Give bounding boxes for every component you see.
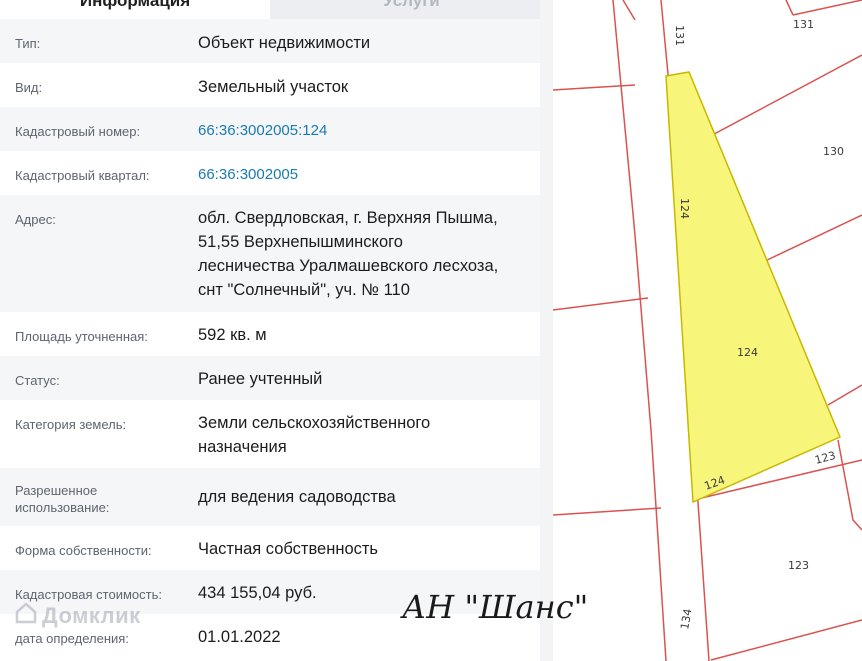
row-cadastral-quarter: Кадастровый квартал: 66:36:3002005 (0, 151, 540, 195)
field-value: для ведения садоводства (198, 488, 396, 506)
row-kind: Вид: Земельный участок (0, 63, 540, 107)
cadastral-number-link[interactable]: 66:36:3002005:124 (198, 119, 533, 143)
field-label: дата определения: (15, 631, 129, 646)
field-label: Вид: (15, 80, 43, 95)
field-label: Разрешенное использование: (15, 483, 110, 515)
tab-bar: Информация Услуги (0, 0, 553, 19)
field-value: 592 кв. м (198, 326, 267, 344)
signature-text: АН "Шанс" (400, 588, 588, 626)
tab-services[interactable]: Услуги (270, 0, 553, 19)
cadastral-map[interactable]: 131 131 130 124 124 124 123 123 134 (553, 0, 862, 661)
row-status: Статус: Ранее учтенный (0, 356, 540, 400)
row-address: Адрес: обл. Свердловская, г. Верхняя Пыш… (0, 195, 540, 312)
cadastral-quarter-link[interactable]: 66:36:3002005 (198, 163, 533, 187)
domclick-watermark: Домклик (42, 603, 141, 628)
field-label: Категория земель: (15, 417, 127, 432)
row-ownership: Форма собственности: Частная собственнос… (0, 526, 540, 570)
field-label: Кадастровый квартал: (15, 168, 150, 183)
plot-label: 124 (737, 346, 758, 359)
tab-information[interactable]: Информация (0, 0, 270, 19)
plot-label: 124 (678, 198, 691, 219)
field-label: Кадастровый номер: (15, 124, 141, 139)
plot-label: 130 (823, 145, 844, 158)
field-label: Тип: (15, 36, 41, 51)
signature-watermark: АН "Шанс" (400, 588, 588, 626)
info-panel: Информация Услуги Тип: Объект недвижимос… (0, 0, 553, 661)
field-value: Земельный участок (198, 78, 349, 96)
row-type: Тип: Объект недвижимости (0, 19, 540, 63)
field-value: обл. Свердловская, г. Верхняя Пышма, 51,… (198, 209, 499, 299)
field-value: Частная собственность (198, 540, 379, 558)
domclick-logo-icon (15, 602, 37, 624)
row-cadastral-number: Кадастровый номер: 66:36:3002005:124 (0, 107, 540, 151)
field-label: Адрес: (15, 212, 56, 227)
scrollbar[interactable] (540, 0, 553, 661)
field-label: Статус: (15, 373, 60, 388)
plot-label: 131 (793, 18, 814, 31)
plot-label: 123 (788, 559, 809, 572)
field-label: Площадь уточненная: (15, 329, 148, 344)
field-value: Объект недвижимости (198, 34, 371, 52)
field-value: Земли сельскохозяйственного назначения (198, 414, 431, 456)
plot-label: 131 (673, 25, 686, 46)
row-land-category: Категория земель: Земли сельскохозяйстве… (0, 400, 540, 468)
field-label: Форма собственности: (15, 543, 152, 558)
field-value: Ранее учтенный (198, 370, 323, 388)
row-area: Площадь уточненная: 592 кв. м (0, 312, 540, 356)
row-permitted-use: Разрешенное использование: для ведения с… (0, 468, 540, 526)
